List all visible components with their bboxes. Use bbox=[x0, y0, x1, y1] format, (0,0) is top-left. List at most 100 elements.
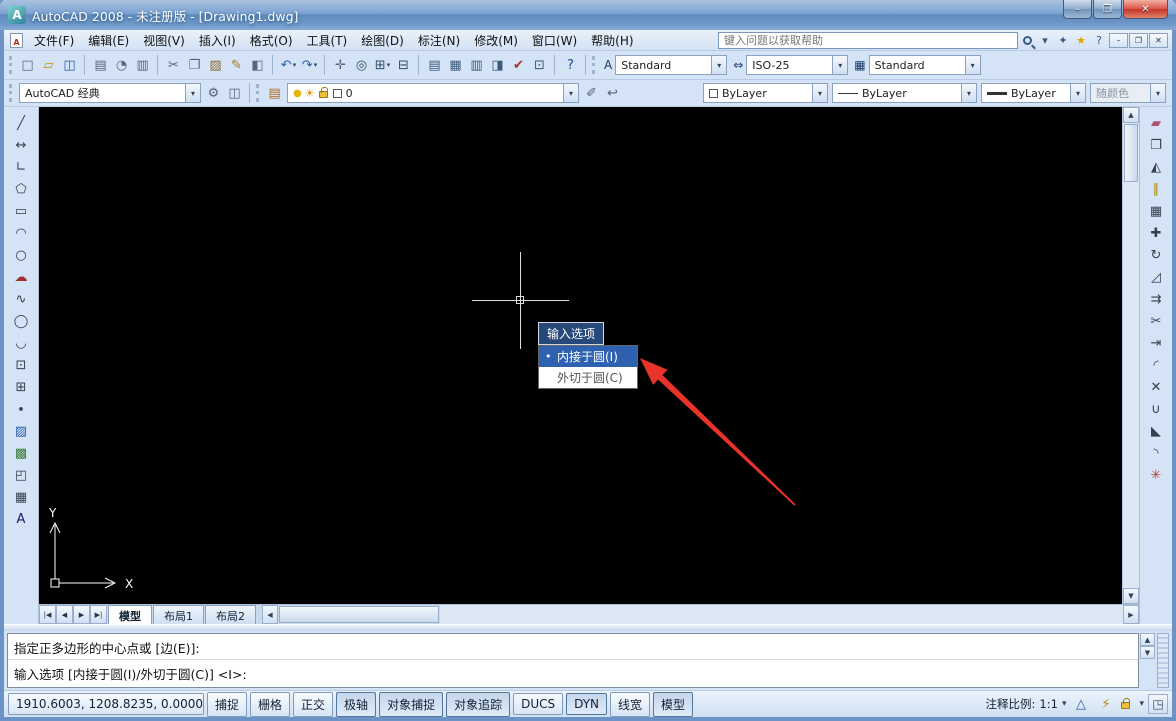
status-toggle-lineweight[interactable]: 线宽 bbox=[610, 691, 651, 717]
match-properties-icon[interactable]: ✎ bbox=[226, 54, 247, 76]
workspace-settings-icon[interactable]: ⚙ bbox=[203, 82, 224, 104]
move-icon[interactable]: ✚ bbox=[1144, 222, 1168, 244]
status-toggle-polar[interactable]: 极轴 bbox=[336, 691, 377, 717]
fillet-icon[interactable]: ◝ bbox=[1144, 442, 1168, 464]
layer-on-bulb-icon[interactable]: ● bbox=[293, 88, 302, 99]
command-resize-grip[interactable] bbox=[1157, 633, 1169, 688]
horizontal-scroll-thumb[interactable] bbox=[279, 606, 439, 623]
annotation-scale-arrow-icon[interactable]: ▾ bbox=[1062, 699, 1067, 709]
properties-icon[interactable]: ▤ bbox=[424, 54, 445, 76]
scroll-right-button[interactable]: ▶ bbox=[1123, 605, 1139, 624]
toolbar-grip[interactable] bbox=[9, 84, 13, 102]
annotation-visibility-icon[interactable]: △ bbox=[1070, 693, 1091, 715]
arc-icon[interactable]: ◠ bbox=[9, 222, 33, 244]
gradient-icon[interactable]: ▩ bbox=[9, 442, 33, 464]
combo-arrow-icon[interactable]: ▾ bbox=[832, 56, 848, 74]
command-scroll-track[interactable] bbox=[1140, 659, 1155, 688]
clean-screen-button[interactable]: ◳ bbox=[1148, 694, 1168, 714]
vertical-scrollbar[interactable]: ▲ ▼ bbox=[1122, 107, 1139, 604]
menu-item-window[interactable]: 窗口(W) bbox=[525, 30, 584, 51]
search-icon[interactable] bbox=[1018, 32, 1036, 49]
status-toggle-grid[interactable]: 栅格 bbox=[250, 691, 291, 717]
horizontal-scroll-track[interactable] bbox=[440, 605, 1123, 624]
publish-icon[interactable]: ▥ bbox=[132, 54, 153, 76]
mdi-minimize-button[interactable]: – bbox=[1109, 32, 1128, 48]
explode-icon[interactable]: ✳ bbox=[1144, 464, 1168, 486]
text-style-combo[interactable]: Standard ▾ bbox=[615, 55, 728, 75]
layer-combo[interactable]: ● ☀ 0 ▾ bbox=[287, 83, 579, 103]
make-object-layer-current-icon[interactable]: ✐ bbox=[581, 82, 602, 104]
erase-icon[interactable]: ▰ bbox=[1144, 112, 1168, 134]
menu-item-format[interactable]: 格式(O) bbox=[243, 30, 300, 51]
dim-style-icon[interactable]: ⇔ bbox=[733, 58, 743, 72]
option-circumscribed-about-circle[interactable]: 外切于圆(C) bbox=[539, 367, 637, 388]
rotate-icon[interactable]: ↻ bbox=[1144, 244, 1168, 266]
menu-item-modify[interactable]: 修改(M) bbox=[467, 30, 525, 51]
ellipse-arc-icon[interactable]: ◡ bbox=[9, 332, 33, 354]
scroll-left-button[interactable]: ◀ bbox=[262, 605, 278, 624]
polyline-icon[interactable]: ∟ bbox=[9, 156, 33, 178]
redo-icon[interactable]: ↷ ▾ bbox=[299, 54, 320, 76]
mdi-close-button[interactable]: ✕ bbox=[1149, 32, 1168, 48]
status-toggle-ducs[interactable]: DUCS bbox=[513, 693, 564, 715]
menu-item-help[interactable]: 帮助(H) bbox=[584, 30, 640, 51]
ellipse-icon[interactable]: ◯ bbox=[9, 310, 33, 332]
markup-set-manager-icon[interactable]: ✔ bbox=[508, 54, 529, 76]
combo-arrow-icon[interactable]: ▾ bbox=[1070, 84, 1085, 102]
stretch-icon[interactable]: ⇉ bbox=[1144, 288, 1168, 310]
copy-object-icon[interactable]: ❐ bbox=[1144, 134, 1168, 156]
cut-icon[interactable]: ✂ bbox=[163, 54, 184, 76]
save-icon[interactable]: ◫ bbox=[59, 54, 80, 76]
quickcalc-icon[interactable]: ⊡ bbox=[529, 54, 550, 76]
search-dropdown-arrow-icon[interactable]: ▾ bbox=[1036, 32, 1054, 49]
paste-icon[interactable]: ▨ bbox=[205, 54, 226, 76]
chamfer-icon[interactable]: ◣ bbox=[1144, 420, 1168, 442]
close-button[interactable]: ✕ bbox=[1123, 0, 1168, 19]
command-scroll-up-button[interactable]: ▲ bbox=[1140, 633, 1155, 646]
menu-item-insert[interactable]: 插入(I) bbox=[192, 30, 243, 51]
block-editor-icon[interactable]: ◧ bbox=[247, 54, 268, 76]
combo-arrow-icon[interactable]: ▾ bbox=[961, 84, 976, 102]
command-text-area[interactable]: 指定正多边形的中心点或 [边(E)]: 输入选项 [内接于圆(I)/外切于圆(C… bbox=[7, 633, 1139, 688]
tab-nav-prev-button[interactable]: ◀ bbox=[56, 605, 73, 624]
flyout-arrow-icon[interactable]: ▾ bbox=[387, 61, 391, 69]
zoom-previous-icon[interactable]: ⊟ bbox=[393, 54, 414, 76]
communication-center-icon[interactable]: ✦ bbox=[1054, 32, 1072, 49]
revision-cloud-icon[interactable]: ☁ bbox=[9, 266, 33, 288]
combo-arrow-icon[interactable]: ▾ bbox=[964, 56, 980, 74]
color-combo[interactable]: ByLayer ▾ bbox=[703, 83, 828, 103]
flyout-arrow-icon[interactable]: ▾ bbox=[293, 61, 297, 69]
tool-palettes-icon[interactable]: ▥ bbox=[466, 54, 487, 76]
extend-icon[interactable]: ⇥ bbox=[1144, 332, 1168, 354]
command-prompt-line[interactable]: 输入选项 [内接于圆(I)/外切于圆(C)] <I>: bbox=[8, 660, 1138, 687]
designcenter-icon[interactable]: ▦ bbox=[445, 54, 466, 76]
combo-arrow-icon[interactable]: ▾ bbox=[563, 84, 578, 102]
qnew-icon[interactable]: □ bbox=[17, 54, 38, 76]
save-workspace-icon[interactable]: ◫ bbox=[224, 82, 245, 104]
flyout-arrow-icon[interactable]: ▾ bbox=[314, 61, 318, 69]
mirror-icon[interactable]: ◭ bbox=[1144, 156, 1168, 178]
workspace-combo[interactable]: AutoCAD 经典 ▾ bbox=[19, 83, 201, 103]
menu-item-tools[interactable]: 工具(T) bbox=[300, 30, 355, 51]
zoom-realtime-icon[interactable]: ◎ bbox=[351, 54, 372, 76]
join-icon[interactable]: ∪ bbox=[1144, 398, 1168, 420]
scale-icon[interactable]: ◿ bbox=[1144, 266, 1168, 288]
vertical-scroll-track[interactable] bbox=[1123, 183, 1139, 588]
annotation-autoscale-icon[interactable]: ⚡ bbox=[1095, 693, 1116, 715]
lineweight-combo[interactable]: ByLayer ▾ bbox=[981, 83, 1086, 103]
menu-item-draw[interactable]: 绘图(D) bbox=[354, 30, 411, 51]
zoom-window-icon[interactable]: ⊞ ▾ bbox=[372, 54, 393, 76]
help-search-input[interactable] bbox=[718, 31, 1018, 49]
sheet-set-manager-icon[interactable]: ◨ bbox=[487, 54, 508, 76]
toolbar-grip[interactable] bbox=[9, 56, 13, 74]
combo-arrow-icon[interactable]: ▾ bbox=[812, 84, 827, 102]
hatch-icon[interactable]: ▨ bbox=[9, 420, 33, 442]
layer-freeze-sun-icon[interactable]: ☀ bbox=[305, 87, 315, 100]
region-icon[interactable]: ◰ bbox=[9, 464, 33, 486]
status-toggle-snap[interactable]: 捕捉 bbox=[207, 691, 248, 717]
tab-nav-first-button[interactable]: |◀ bbox=[39, 605, 56, 624]
annotation-scale-value[interactable]: 1:1 bbox=[1039, 697, 1058, 711]
layer-lock-icon[interactable] bbox=[318, 87, 328, 98]
open-icon[interactable]: ▱ bbox=[38, 54, 59, 76]
multiline-text-icon[interactable]: A bbox=[9, 508, 33, 530]
